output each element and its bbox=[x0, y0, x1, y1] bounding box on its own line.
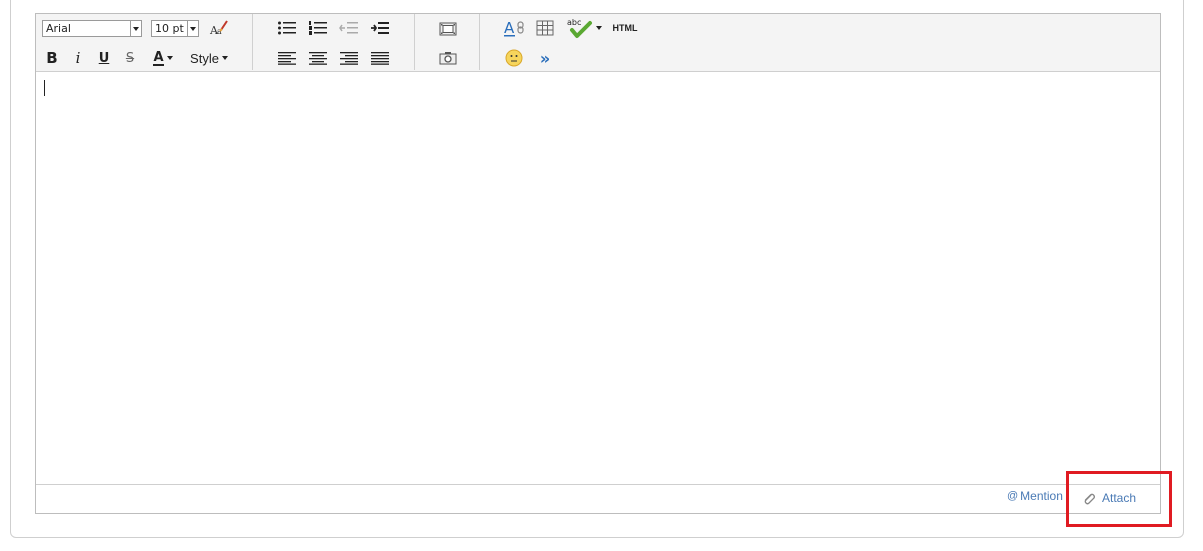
toolbar-divider bbox=[252, 14, 253, 70]
format-painter-icon: A a bbox=[209, 20, 228, 37]
italic-button[interactable]: i bbox=[69, 48, 87, 68]
spell-check-text: abc bbox=[567, 18, 581, 27]
indent-icon bbox=[371, 22, 389, 34]
insert-image-button[interactable] bbox=[437, 49, 459, 67]
insert-video-button[interactable] bbox=[437, 20, 459, 38]
toolbar-divider bbox=[414, 14, 415, 70]
chevron-down-icon bbox=[187, 21, 198, 36]
more-tools-button[interactable]: » bbox=[534, 48, 556, 68]
mention-label: Mention bbox=[1020, 489, 1063, 503]
editor-footer: @ Mention Attach bbox=[36, 484, 1160, 513]
align-center-icon bbox=[309, 52, 327, 65]
align-justify-button[interactable] bbox=[369, 49, 391, 67]
font-size-value: 10 pt bbox=[155, 22, 184, 35]
link-icon: A bbox=[504, 19, 524, 37]
numbered-list-button[interactable] bbox=[307, 19, 329, 37]
font-color-icon: A bbox=[153, 49, 164, 66]
spell-check-button[interactable]: abc bbox=[564, 17, 602, 39]
spell-check-icon: abc bbox=[567, 18, 592, 38]
format-painter-button[interactable]: A a bbox=[208, 18, 230, 38]
html-source-button[interactable]: HTML bbox=[608, 19, 642, 37]
chevron-down-icon bbox=[221, 56, 228, 60]
chevron-down-icon bbox=[166, 56, 173, 60]
insert-table-button[interactable] bbox=[534, 18, 556, 38]
strikethrough-button[interactable]: S bbox=[121, 48, 139, 68]
svg-text:A: A bbox=[504, 19, 515, 37]
align-left-button[interactable] bbox=[276, 49, 298, 67]
video-icon bbox=[439, 22, 457, 36]
chevron-down-icon bbox=[595, 26, 602, 30]
font-size-select[interactable]: 10 pt bbox=[151, 20, 199, 37]
bold-button[interactable]: B bbox=[43, 48, 61, 68]
bullet-list-icon bbox=[278, 21, 296, 35]
font-family-select[interactable]: Arial bbox=[42, 20, 142, 37]
attach-highlight-box bbox=[1066, 471, 1172, 527]
style-label: Style bbox=[190, 50, 219, 66]
camera-icon bbox=[439, 52, 457, 65]
outdent-button[interactable] bbox=[338, 19, 360, 37]
at-sign-icon: @ bbox=[1007, 490, 1019, 502]
rich-text-editor: Arial 10 pt A a B i U S A Style A abc HT… bbox=[35, 13, 1161, 514]
toolbar-divider bbox=[479, 14, 480, 70]
font-color-button[interactable]: A bbox=[148, 48, 178, 68]
align-justify-icon bbox=[371, 52, 389, 65]
editor-content-area[interactable] bbox=[36, 71, 1160, 486]
mention-link[interactable]: @ Mention bbox=[1007, 489, 1063, 503]
link-button[interactable]: A bbox=[503, 18, 527, 38]
outdent-icon bbox=[339, 22, 358, 34]
font-family-value: Arial bbox=[46, 22, 71, 35]
text-cursor bbox=[44, 80, 45, 96]
align-right-button[interactable] bbox=[338, 49, 360, 67]
table-icon bbox=[536, 20, 554, 36]
indent-button[interactable] bbox=[369, 19, 391, 37]
align-center-button[interactable] bbox=[307, 49, 329, 67]
emoji-button[interactable] bbox=[503, 48, 525, 68]
bullet-list-button[interactable] bbox=[276, 19, 298, 37]
numbered-list-icon bbox=[309, 21, 327, 35]
chevron-down-icon bbox=[130, 21, 141, 36]
style-dropdown[interactable]: Style bbox=[186, 48, 232, 68]
align-left-icon bbox=[278, 52, 296, 65]
editor-toolbar: Arial 10 pt A a B i U S A Style A abc HT… bbox=[36, 14, 1160, 72]
align-right-icon bbox=[340, 52, 358, 65]
smiley-icon bbox=[505, 49, 523, 67]
underline-button[interactable]: U bbox=[95, 48, 113, 68]
